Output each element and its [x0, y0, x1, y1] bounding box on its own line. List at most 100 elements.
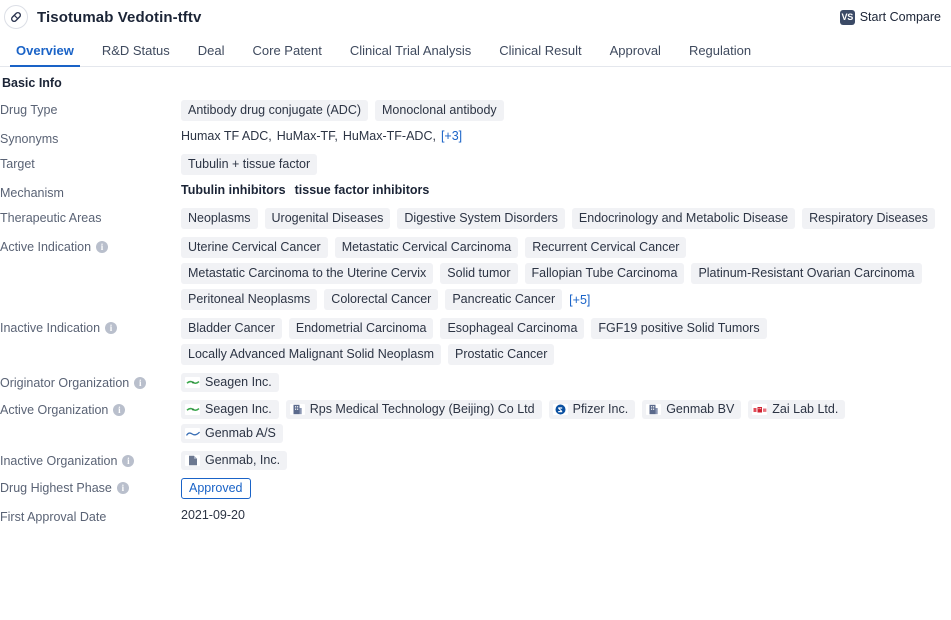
active-indication-more-link[interactable]: [+5] [569, 293, 590, 307]
mechanism-item: tissue factor inhibitors [294, 183, 430, 197]
chip-therapeutic-area[interactable]: Urogenital Diseases [264, 208, 391, 229]
chip-organization[interactable]: Genmab, Inc. [181, 451, 288, 470]
value-mechanism: Tubulin inhibitors tissue factor inhibit… [181, 183, 951, 197]
overview-content: Basic Info Drug Type Antibody drug conju… [0, 67, 951, 528]
chip-inactive-indication[interactable]: Endometrial Carcinoma [288, 318, 434, 339]
mechanism-item: Tubulin inhibitors [181, 183, 286, 197]
chip-drug-type[interactable]: Antibody drug conjugate (ADC) [181, 100, 369, 121]
chip-inactive-indication[interactable]: Prostatic Cancer [447, 344, 555, 365]
chip-active-indication[interactable]: Peritoneal Neoplasms [181, 289, 318, 310]
chip-therapeutic-area[interactable]: Digestive System Disorders [397, 208, 565, 229]
chip-active-indication[interactable]: Metastatic Cervical Carcinoma [334, 237, 519, 258]
first-approval-date-value: 2021-09-20 [181, 508, 245, 522]
chip-active-indication[interactable]: Uterine Cervical Cancer [181, 237, 328, 258]
label-text: Target [0, 157, 35, 171]
status-badge-approved[interactable]: Approved [181, 478, 251, 499]
label-synonyms: Synonyms [0, 129, 181, 146]
chip-inactive-indication[interactable]: FGF19 positive Solid Tumors [591, 318, 767, 339]
tab-rd-status[interactable]: R&D Status [88, 34, 184, 66]
value-therapeutic-areas: Neoplasms Urogenital Diseases Digestive … [181, 208, 951, 229]
zailab-logo-icon [752, 404, 768, 415]
value-inactive-indication: Bladder Cancer Endometrial Carcinoma Eso… [181, 318, 951, 365]
chip-active-indication[interactable]: Recurrent Cervical Cancer [525, 237, 687, 258]
chip-active-indication[interactable]: Fallopian Tube Carcinoma [524, 263, 685, 284]
tab-core-patent[interactable]: Core Patent [239, 34, 336, 66]
chip-inactive-indication[interactable]: Esophageal Carcinoma [440, 318, 585, 339]
page-title: Tisotumab Vedotin-tftv [37, 8, 202, 26]
label-originator-organization: Originator Organization i [0, 373, 181, 390]
chip-organization[interactable]: Genmab A/S [181, 424, 283, 443]
row-synonyms: Synonyms Humax TF ADC, HuMax-TF, HuMax-T… [0, 125, 951, 150]
chip-active-indication[interactable]: Pancreatic Cancer [445, 289, 563, 310]
chip-therapeutic-area[interactable]: Neoplasms [181, 208, 258, 229]
info-icon[interactable]: i [122, 455, 135, 467]
chip-organization[interactable]: Pfizer Inc. [548, 400, 636, 419]
chip-drug-type[interactable]: Monoclonal antibody [375, 100, 504, 121]
label-text: First Approval Date [0, 510, 107, 524]
row-active-organization: Active Organization i Seagen Inc. Rps Me… [0, 396, 951, 447]
chip-organization[interactable]: Rps Medical Technology (Beijing) Co Ltd [285, 400, 542, 419]
synonym-item: HuMax-TF-ADC, [342, 129, 436, 143]
tab-regulation[interactable]: Regulation [675, 34, 765, 66]
info-icon[interactable]: i [105, 322, 118, 334]
chip-therapeutic-area[interactable]: Endocrinology and Metabolic Disease [571, 208, 796, 229]
organization-name: Genmab A/S [205, 426, 276, 440]
label-text: Therapeutic Areas [0, 211, 102, 225]
synonym-item: Humax TF ADC, [181, 129, 272, 143]
chip-organization[interactable]: Zai Lab Ltd. [748, 400, 846, 419]
tab-approval[interactable]: Approval [596, 34, 675, 66]
chip-active-indication[interactable]: Solid tumor [440, 263, 518, 284]
start-compare-label: Start Compare [859, 10, 941, 24]
organization-name: Seagen Inc. [205, 375, 272, 389]
row-inactive-organization: Inactive Organization i Genmab, Inc. [0, 447, 951, 474]
value-synonyms: Humax TF ADC, HuMax-TF, HuMax-TF-ADC, [+… [181, 129, 951, 143]
chip-active-indication[interactable]: Platinum-Resistant Ovarian Carcinoma [691, 263, 922, 284]
value-target: Tubulin + tissue factor [181, 154, 951, 175]
organization-name: Genmab, Inc. [205, 453, 281, 467]
tab-deal[interactable]: Deal [184, 34, 239, 66]
seagen-logo-icon [185, 377, 200, 388]
tab-overview[interactable]: Overview [2, 34, 88, 67]
start-compare-button[interactable]: VS Start Compare [839, 9, 941, 25]
chip-inactive-indication[interactable]: Locally Advanced Malignant Solid Neoplas… [181, 344, 441, 365]
value-active-indication: Uterine Cervical Cancer Metastatic Cervi… [181, 237, 951, 310]
organization-name: Seagen Inc. [205, 402, 272, 416]
chip-organization[interactable]: Seagen Inc. [181, 373, 279, 392]
vs-icon: VS [839, 9, 855, 25]
info-icon[interactable]: i [96, 241, 109, 253]
tab-clinical-result[interactable]: Clinical Result [485, 34, 595, 66]
chip-active-indication[interactable]: Metastatic Carcinoma to the Uterine Cerv… [181, 263, 434, 284]
label-text: Originator Organization [0, 376, 130, 390]
chip-therapeutic-area[interactable]: Respiratory Diseases [802, 208, 935, 229]
label-mechanism: Mechanism [0, 183, 181, 200]
label-text: Synonyms [0, 132, 59, 146]
label-therapeutic-areas: Therapeutic Areas [0, 208, 181, 225]
chip-inactive-indication[interactable]: Bladder Cancer [181, 318, 282, 339]
chip-target[interactable]: Tubulin + tissue factor [181, 154, 318, 175]
building-logo-icon [646, 404, 662, 415]
synonym-item: HuMax-TF, [276, 129, 338, 143]
row-inactive-indication: Inactive Indication i Bladder Cancer End… [0, 314, 951, 369]
tab-clinical-trial-analysis[interactable]: Clinical Trial Analysis [336, 34, 485, 66]
chip-active-indication[interactable]: Colorectal Cancer [324, 289, 439, 310]
building-logo-icon [289, 404, 305, 415]
chip-organization[interactable]: Genmab BV [642, 400, 742, 419]
chip-organization[interactable]: Seagen Inc. [181, 400, 279, 419]
row-first-approval-date: First Approval Date 2021-09-20 [0, 503, 951, 528]
info-icon[interactable]: i [113, 404, 126, 416]
label-first-approval-date: First Approval Date [0, 507, 181, 524]
row-mechanism: Mechanism Tubulin inhibitors tissue fact… [0, 179, 951, 204]
label-text: Inactive Indication [0, 321, 101, 335]
info-icon[interactable]: i [134, 377, 147, 389]
mechanism-list: Tubulin inhibitors tissue factor inhibit… [181, 183, 429, 197]
organization-name: Genmab BV [666, 402, 735, 416]
synonyms-more-link[interactable]: [+3] [441, 129, 462, 143]
row-drug-type: Drug Type Antibody drug conjugate (ADC) … [0, 96, 951, 125]
organization-name: Rps Medical Technology (Beijing) Co Ltd [309, 402, 535, 416]
pill-capsule-icon [4, 5, 28, 29]
value-inactive-organization: Genmab, Inc. [181, 451, 951, 470]
document-logo-icon [185, 455, 200, 466]
label-drug-highest-phase: Drug Highest Phase i [0, 478, 181, 495]
label-active-indication: Active Indication i [0, 237, 181, 254]
info-icon[interactable]: i [116, 482, 129, 494]
